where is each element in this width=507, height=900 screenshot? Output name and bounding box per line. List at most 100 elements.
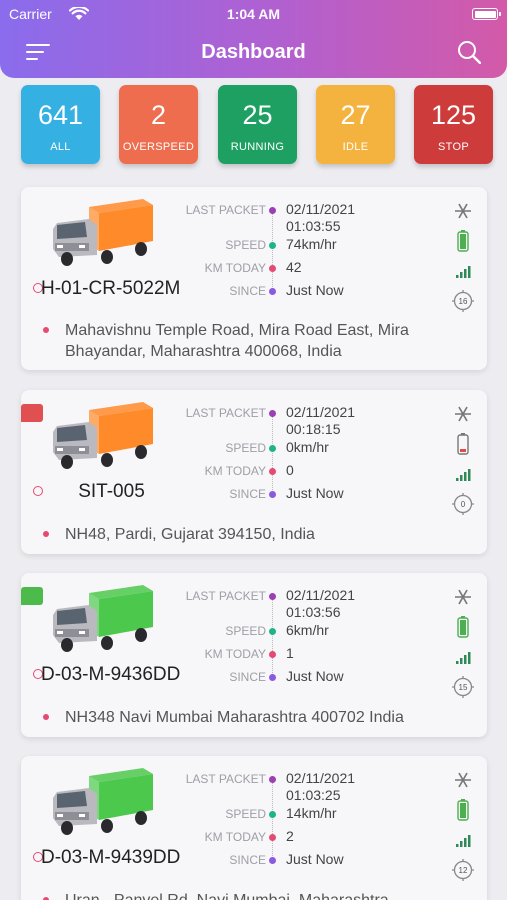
address-text: Mahavishnu Temple Road, Mira Road East, … [65, 322, 409, 360]
satellite-count: 12 [459, 866, 468, 875]
vehicle-plate: D-03-M-9436DD [41, 664, 181, 685]
vehicle-address: Uran - Panvel Rd, Navi Mumbai, Maharasht… [43, 890, 457, 900]
truck-icon [53, 585, 153, 652]
since-value: Just Now [286, 485, 344, 501]
battery-icon [457, 433, 469, 455]
speed-label: SPEED [225, 238, 266, 252]
km-today-value: 1 [286, 645, 294, 661]
speed-value: 0km/hr [286, 439, 329, 455]
vehicle-card[interactable]: D-03-M-9436DD LAST PACKET 02/11/2021 01:… [21, 573, 487, 737]
address-text: NH48, Pardi, Gujarat 394150, India [65, 526, 315, 543]
km-today-label: KM TODAY [204, 830, 266, 844]
status-summary: 641 ALL 2 OVERSPEED 25 RUNNING 27 IDLE 1… [21, 85, 493, 165]
signal-icon [456, 835, 471, 847]
search-icon[interactable] [457, 40, 481, 64]
vehicle-plate: D-03-M-9439DD [41, 847, 181, 868]
truck-icon [53, 768, 153, 835]
km-today-value: 42 [286, 259, 302, 275]
status-bar: Carrier 1:04 AM [9, 6, 501, 24]
tile-label: STOP [438, 141, 469, 153]
speed-value: 14km/hr [286, 805, 337, 821]
km-today-value: 0 [286, 462, 294, 478]
vehicle-address: NH48, Pardi, Gujarat 394150, India [43, 524, 457, 545]
ac-snowflake-icon [455, 589, 471, 605]
last-packet-date: 02/11/2021 [286, 201, 356, 217]
speed-value: 6km/hr [286, 622, 329, 638]
last-packet-date: 02/11/2021 [286, 587, 356, 603]
gps-satellite-icon: 15 [452, 676, 474, 698]
km-today-label: KM TODAY [204, 464, 266, 478]
vehicle-info: LAST PACKET 02/11/2021 01:03:55 SPEED 74… [171, 201, 421, 301]
gps-satellite-icon: 0 [452, 493, 474, 515]
vehicle-plate: SIT-005 [78, 481, 145, 502]
vehicle-address: Mahavishnu Temple Road, Mira Road East, … [43, 320, 457, 362]
vehicle-card[interactable]: D-03-M-9439DD LAST PACKET 02/11/2021 01:… [21, 756, 487, 900]
km-today-value: 2 [286, 828, 294, 844]
tile-idle[interactable]: 27 IDLE [316, 85, 395, 164]
ac-snowflake-icon [455, 772, 471, 788]
vehicle-address: NH348 Navi Mumbai Maharashtra 400702 Ind… [43, 707, 457, 728]
tile-count: 2 [150, 100, 167, 130]
since-label: SINCE [229, 853, 266, 867]
ac-snowflake-icon [455, 203, 471, 219]
since-value: Just Now [286, 668, 344, 684]
tile-count: 641 [37, 100, 84, 130]
last-packet-label: LAST PACKET [185, 589, 266, 603]
address-text: NH348 Navi Mumbai Maharashtra 400702 Ind… [65, 709, 404, 726]
vehicle-info: LAST PACKET 02/11/2021 00:18:15 SPEED 0k… [171, 404, 421, 504]
km-today-label: KM TODAY [204, 261, 266, 275]
last-packet-date: 02/11/2021 [286, 770, 356, 786]
tile-count: 27 [340, 100, 371, 130]
gps-satellite-icon: 16 [452, 290, 474, 312]
since-value: Just Now [286, 851, 344, 867]
tile-count: 125 [430, 100, 477, 130]
since-label: SINCE [229, 670, 266, 684]
last-packet-label: LAST PACKET [185, 772, 266, 786]
signal-icon [456, 652, 471, 664]
since-label: SINCE [229, 487, 266, 501]
satellite-count: 16 [459, 297, 468, 306]
app-header: Carrier 1:04 AM Dashboard [0, 0, 507, 78]
last-packet-time: 00:18:15 [286, 421, 341, 437]
address-text: Uran - Panvel Rd, Navi Mumbai, Maharasht… [65, 890, 457, 900]
ac-snowflake-icon [455, 406, 471, 422]
tile-label: OVERSPEED [122, 141, 195, 153]
page-title: Dashboard [201, 41, 306, 63]
tile-label: IDLE [342, 141, 369, 153]
tile-stop[interactable]: 125 STOP [414, 85, 493, 164]
vehicle-info: LAST PACKET 02/11/2021 01:03:25 SPEED 14… [171, 770, 421, 870]
battery-icon [457, 230, 469, 252]
running-badge-icon [21, 587, 43, 605]
alert-badge-icon [21, 404, 43, 422]
tile-overspeed[interactable]: 2 OVERSPEED [119, 85, 198, 164]
battery-icon [457, 799, 469, 821]
vehicle-info: LAST PACKET 02/11/2021 01:03:56 SPEED 6k… [171, 587, 421, 687]
speed-value: 74km/hr [286, 236, 337, 252]
satellite-count: 0 [461, 500, 466, 509]
gps-satellite-icon: 12 [452, 859, 474, 881]
signal-icon [456, 469, 471, 481]
tile-count: 25 [242, 100, 273, 130]
since-value: Just Now [286, 282, 344, 298]
tile-label: ALL [50, 141, 71, 153]
last-packet-time: 01:03:55 [286, 218, 341, 234]
speed-label: SPEED [225, 441, 266, 455]
speed-label: SPEED [225, 624, 266, 638]
last-packet-time: 01:03:56 [286, 604, 341, 620]
truck-icon [53, 402, 153, 469]
signal-icon [456, 266, 471, 278]
tile-running[interactable]: 25 RUNNING [218, 85, 297, 164]
vehicle-card[interactable]: H-01-CR-5022M LAST PACKET 02/11/2021 01:… [21, 187, 487, 370]
tile-label: RUNNING [230, 141, 285, 153]
last-packet-label: LAST PACKET [185, 203, 266, 217]
vehicle-plate: H-01-CR-5022M [41, 278, 181, 299]
truck-icon [53, 199, 153, 266]
vehicle-card[interactable]: SIT-005 LAST PACKET 02/11/2021 00:18:15 … [21, 390, 487, 554]
tile-all[interactable]: 641 ALL [21, 85, 100, 164]
battery-icon [457, 616, 469, 638]
last-packet-time: 01:03:25 [286, 787, 341, 803]
km-today-label: KM TODAY [204, 647, 266, 661]
last-packet-date: 02/11/2021 [286, 404, 356, 420]
satellite-count: 15 [459, 683, 468, 692]
since-label: SINCE [229, 284, 266, 298]
